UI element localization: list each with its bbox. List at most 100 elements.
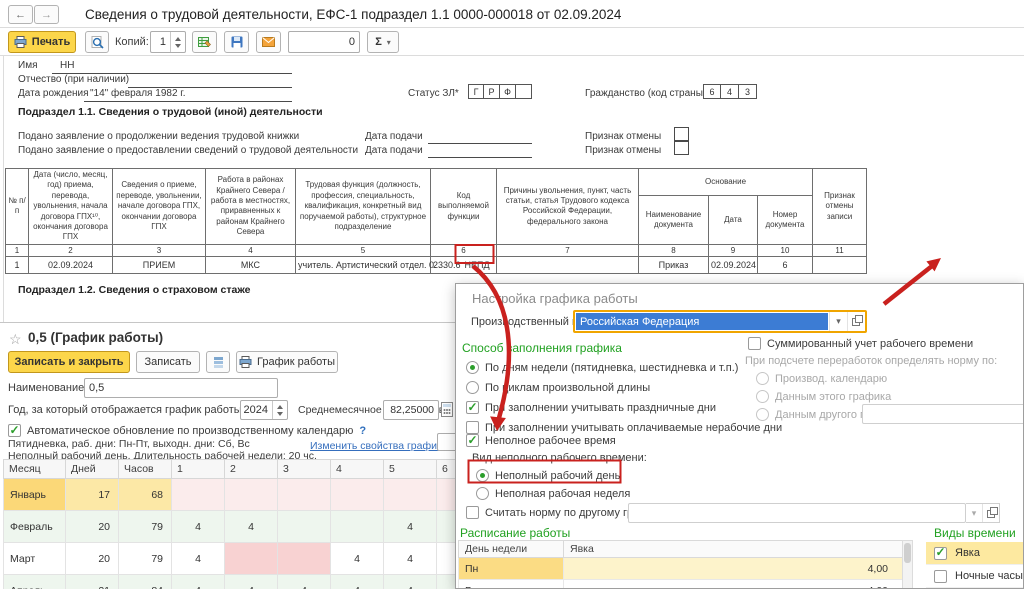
production-calendar-input[interactable]: Российская Федерация ▾ <box>573 310 867 333</box>
checkbox-paid-nonworking[interactable]: При заполнении учитывать оплачиваемые не… <box>466 421 782 434</box>
day-hours-cell[interactable] <box>225 543 278 575</box>
table-settings-button[interactable] <box>192 31 217 53</box>
day-hours-cell[interactable] <box>331 511 384 543</box>
checkbox[interactable]: ✓ <box>466 434 479 447</box>
save-button[interactable] <box>224 31 249 53</box>
other-schedule-input[interactable] <box>862 404 1024 424</box>
days-cell[interactable]: 17 <box>66 479 119 511</box>
days-cell[interactable]: 20 <box>66 543 119 575</box>
calendar-month-row[interactable]: Апрель218444444 <box>4 575 456 589</box>
radio-by-cycles[interactable]: По циклам произвольной длины <box>466 381 650 394</box>
open-button[interactable] <box>847 312 865 331</box>
day-hours-cell[interactable]: 4 <box>331 575 384 589</box>
calendar-month-row[interactable]: Январь1768 <box>4 479 456 511</box>
schedule-day-row[interactable]: Пн4,00 <box>459 558 903 580</box>
counter-input[interactable]: 0 <box>288 31 360 53</box>
time-type-checkbox[interactable] <box>934 570 947 583</box>
schedule-scrollbar[interactable] <box>902 540 913 589</box>
hours-cell[interactable]: 79 <box>119 543 172 575</box>
hours-cell[interactable]: 79 <box>119 511 172 543</box>
day-hours-cell[interactable] <box>278 479 331 511</box>
day-hours-cell[interactable] <box>384 479 437 511</box>
days-cell[interactable]: 21 <box>66 575 119 589</box>
avg-hours-input[interactable]: 82,25000 <box>383 400 439 420</box>
radio[interactable] <box>756 390 769 403</box>
day-hours-cell[interactable]: 4 <box>384 543 437 575</box>
radio[interactable] <box>466 381 479 394</box>
spin-down-icon[interactable] <box>277 412 283 416</box>
change-properties-link[interactable]: Изменить свойства графика... <box>310 440 455 452</box>
checkbox[interactable]: ✓ <box>466 401 479 414</box>
forward-button[interactable]: → <box>34 5 59 24</box>
day-hours-cell[interactable]: 4 <box>225 511 278 543</box>
checkbox[interactable] <box>466 506 479 519</box>
schedule-name-input[interactable]: 0,5 <box>84 378 278 398</box>
schedule-day-row[interactable]: Вт4,00 <box>459 580 903 589</box>
checkbox-holidays[interactable]: ✓ При заполнении учитывать праздничные д… <box>466 401 716 414</box>
day-hours-cell[interactable]: 4 <box>384 575 437 589</box>
radio[interactable] <box>476 487 489 500</box>
month-cell[interactable]: Апрель <box>4 575 66 589</box>
year-input[interactable]: 2024 <box>240 400 288 420</box>
checkbox-parttime[interactable]: ✓ Неполное рабочее время <box>466 434 616 447</box>
sum-button[interactable]: Σ ▾ <box>367 31 399 53</box>
day-hours-cell[interactable] <box>278 543 331 575</box>
print-button[interactable]: Печать <box>8 31 76 53</box>
help-icon[interactable]: ? <box>359 425 366 437</box>
radio-this-schedule[interactable]: Данным этого графика <box>756 390 891 403</box>
spin-up-icon[interactable] <box>175 37 181 41</box>
open-button[interactable] <box>982 504 999 522</box>
day-hours-cell[interactable] <box>437 575 456 589</box>
month-cell[interactable]: Январь <box>4 479 66 511</box>
back-button[interactable]: ← <box>8 5 33 24</box>
attendance-hours-cell[interactable]: 4,00 <box>564 580 903 589</box>
calendar-month-row[interactable]: Март20794444 <box>4 543 456 575</box>
spin-down-icon[interactable] <box>175 44 181 48</box>
day-hours-cell[interactable]: 4 <box>331 543 384 575</box>
checkbox[interactable] <box>748 337 761 350</box>
time-type-row[interactable]: ✓Явка <box>926 542 1024 565</box>
time-type-row[interactable]: Ночные часы <box>926 565 1024 588</box>
radio-by-week-days[interactable]: По дням недели (пятидневка, шестидневка … <box>466 361 738 374</box>
radio[interactable] <box>476 469 489 482</box>
show-in-list-button[interactable] <box>206 351 230 373</box>
clipped-control[interactable] <box>437 433 455 451</box>
hours-cell[interactable]: 68 <box>119 479 172 511</box>
dropdown-button[interactable]: ▾ <box>966 504 982 522</box>
favorite-star-icon[interactable]: ☆ <box>9 332 22 346</box>
day-hours-cell[interactable] <box>172 479 225 511</box>
day-hours-cell[interactable]: 4 <box>172 575 225 589</box>
copies-spinner[interactable] <box>170 32 185 52</box>
copies-input[interactable]: 1 <box>150 31 186 53</box>
radio[interactable] <box>756 408 769 421</box>
spin-up-icon[interactable] <box>277 405 283 409</box>
calculator-icon[interactable] <box>441 402 454 417</box>
hours-cell[interactable]: 84 <box>119 575 172 589</box>
scrollbar-thumb[interactable] <box>904 543 911 563</box>
norm-schedule-input[interactable] <box>628 503 966 523</box>
mail-button[interactable] <box>256 31 281 53</box>
week-day-cell[interactable]: Пн <box>459 558 564 580</box>
day-hours-cell[interactable]: 4 <box>225 575 278 589</box>
day-hours-cell[interactable] <box>278 511 331 543</box>
day-hours-cell[interactable] <box>331 479 384 511</box>
checkbox-summary-time[interactable]: Суммированный учет рабочего времени <box>748 337 973 350</box>
days-cell[interactable]: 20 <box>66 511 119 543</box>
write-button[interactable]: Записать <box>136 351 200 373</box>
year-spinner[interactable] <box>272 401 287 419</box>
day-hours-cell[interactable]: 4 <box>278 575 331 589</box>
day-hours-cell[interactable] <box>437 479 456 511</box>
month-cell[interactable]: Март <box>4 543 66 575</box>
day-hours-cell[interactable]: 4 <box>172 511 225 543</box>
auto-update-checkbox[interactable]: ✓ Автоматическое обновление по производс… <box>8 424 366 437</box>
radio-parttime-day[interactable]: Неполный рабочий день <box>476 469 620 482</box>
dropdown-button[interactable]: ▾ <box>829 312 847 331</box>
calendar-month-row[interactable]: Февраль20794444 <box>4 511 456 543</box>
preview-button[interactable] <box>85 31 109 53</box>
radio[interactable] <box>466 361 479 374</box>
week-day-cell[interactable]: Вт <box>459 580 564 589</box>
month-cell[interactable]: Февраль <box>4 511 66 543</box>
day-hours-cell[interactable]: 4 <box>437 511 456 543</box>
print-schedule-button[interactable]: График работы <box>236 351 338 373</box>
time-type-checkbox[interactable]: ✓ <box>934 547 947 560</box>
